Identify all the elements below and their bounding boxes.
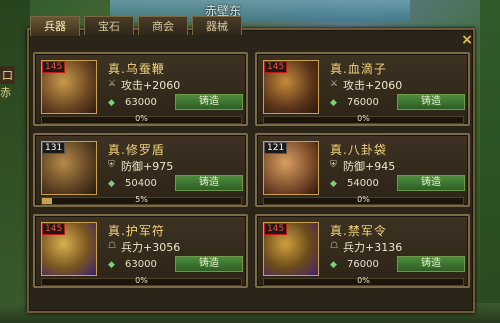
- progress-bar: 0%: [41, 114, 242, 124]
- item-name: 真.修罗盾: [108, 143, 165, 157]
- item-level-badge: 145: [264, 61, 288, 73]
- item-card: 145 真.护军符 ☖ 兵力+3056 ◆ 63000 铸造 0%: [33, 214, 248, 288]
- item-price: 54000: [347, 178, 379, 189]
- tab-gems[interactable]: 宝石: [84, 16, 134, 35]
- soldier-icon: ☖: [108, 241, 117, 251]
- forge-button[interactable]: 铸造: [397, 256, 465, 272]
- item-name: 真.血滴子: [330, 62, 387, 76]
- forge-button[interactable]: 铸造: [397, 175, 465, 191]
- item-name: 真.护军符: [108, 224, 165, 238]
- item-price: 63000: [125, 259, 157, 270]
- background-left-terrain: [0, 0, 30, 323]
- item-card: 145 真.血滴子 ⚔ 攻击+2060 ◆ 76000 铸造 0%: [255, 52, 470, 126]
- progress-bar: 0%: [263, 195, 464, 205]
- forge-button[interactable]: 铸造: [175, 256, 243, 272]
- item-icon[interactable]: 145: [263, 222, 319, 276]
- item-stat: 攻击+2060: [343, 79, 403, 92]
- progress-text: 0%: [135, 276, 148, 285]
- item-icon[interactable]: 145: [41, 60, 97, 114]
- item-card: 121 真.八卦袋 ⛨ 防御+945 ◆ 54000 铸造 0%: [255, 133, 470, 207]
- close-icon[interactable]: ×: [461, 33, 473, 47]
- money-icon: ◆: [108, 179, 115, 189]
- tab-guild[interactable]: 商会: [138, 16, 188, 35]
- item-level-badge: 145: [42, 223, 66, 235]
- sword-icon: ⚔: [330, 79, 339, 89]
- item-price: 76000: [347, 97, 379, 108]
- progress-bar: 0%: [263, 114, 464, 124]
- tab-weapons[interactable]: 兵器: [30, 16, 80, 36]
- item-name: 真.乌蚕鞭: [108, 62, 165, 76]
- background-right-terrain: [480, 0, 500, 323]
- forge-button[interactable]: 铸造: [175, 175, 243, 191]
- progress-bar: 5%: [41, 195, 242, 205]
- item-icon[interactable]: 145: [41, 222, 97, 276]
- soldier-icon: ☖: [330, 241, 339, 251]
- item-card: 145 真.乌蚕鞭 ⚔ 攻击+2060 ◆ 63000 铸造 0%: [33, 52, 248, 126]
- item-stat: 兵力+3056: [121, 241, 181, 254]
- item-price: 63000: [125, 97, 157, 108]
- money-icon: ◆: [108, 98, 115, 108]
- item-name: 真.禁军令: [330, 224, 387, 238]
- item-price: 76000: [347, 259, 379, 270]
- side-label-top: 口: [0, 66, 15, 84]
- item-price: 50400: [125, 178, 157, 189]
- money-icon: ◆: [330, 179, 337, 189]
- item-level-badge: 131: [42, 142, 66, 154]
- item-name: 真.八卦袋: [330, 143, 387, 157]
- shield-icon: ⛨: [330, 160, 337, 170]
- forge-button[interactable]: 铸造: [175, 94, 243, 110]
- item-card: 131 真.修罗盾 ⛨ 防御+975 ◆ 50400 铸造 5%: [33, 133, 248, 207]
- item-icon[interactable]: 121: [263, 141, 319, 195]
- item-stat: 攻击+2060: [121, 79, 181, 92]
- shield-icon: ⛨: [108, 160, 115, 170]
- money-icon: ◆: [108, 260, 115, 270]
- progress-text: 0%: [135, 114, 148, 123]
- progress-text: 5%: [135, 195, 148, 204]
- item-level-badge: 145: [264, 223, 288, 235]
- progress-text: 0%: [357, 114, 370, 123]
- item-stat: 防御+975: [121, 160, 174, 173]
- side-label-bottom: 赤: [0, 86, 11, 99]
- tab-machinery[interactable]: 器械: [192, 16, 242, 35]
- item-level-badge: 145: [42, 61, 66, 73]
- item-level-badge: 121: [264, 142, 288, 154]
- item-card: 145 真.禁军令 ☖ 兵力+3136 ◆ 76000 铸造 0%: [255, 214, 470, 288]
- item-stat: 防御+945: [343, 160, 396, 173]
- money-icon: ◆: [330, 98, 337, 108]
- item-icon[interactable]: 145: [263, 60, 319, 114]
- item-stat: 兵力+3136: [343, 241, 403, 254]
- money-icon: ◆: [330, 260, 337, 270]
- progress-bar: 0%: [41, 276, 242, 286]
- item-icon[interactable]: 131: [41, 141, 97, 195]
- progress-text: 0%: [357, 195, 370, 204]
- progress-bar: 0%: [263, 276, 464, 286]
- progress-text: 0%: [357, 276, 370, 285]
- category-tabs: 兵器 宝石 商会 器械: [30, 16, 246, 36]
- forge-button[interactable]: 铸造: [397, 94, 465, 110]
- sword-icon: ⚔: [108, 79, 117, 89]
